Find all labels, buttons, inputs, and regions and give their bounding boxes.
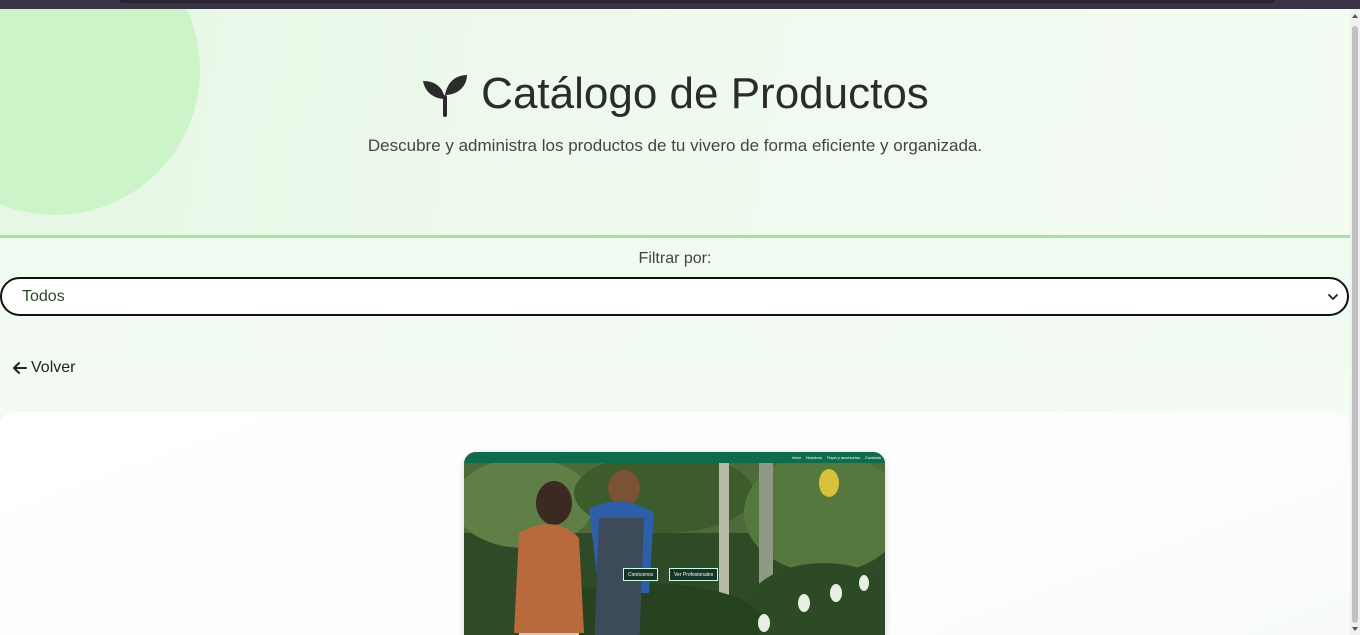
page-viewport: Catálogo de Productos Descubre y adminis… <box>0 9 1350 635</box>
card-nav-item: Contacto <box>864 455 881 460</box>
page-title-text: Catálogo de Productos <box>481 69 929 118</box>
product-card[interactable]: Inicio Nosotros Ropa y accesorios Contac… <box>464 452 885 635</box>
scroll-down-icon[interactable] <box>1352 626 1358 632</box>
card-btn-about[interactable]: Conócenos <box>623 568 659 581</box>
filter-select[interactable]: Todos <box>0 277 1349 316</box>
back-link-label: Volver <box>31 359 76 376</box>
browser-topbar <box>0 0 1360 9</box>
product-image <box>464 463 885 635</box>
card-nav-item: Nosotros <box>806 455 823 460</box>
card-nav-item: Ropa y accesorios <box>827 455 860 460</box>
sprout-icon <box>423 75 468 117</box>
page-title: Catálogo de Productos <box>0 69 1350 119</box>
filter-label: Filtrar por: <box>638 250 712 267</box>
card-nav-bar: Inicio Nosotros Ropa y accesorios Contac… <box>464 452 885 463</box>
hero-section: Catálogo de Productos Descubre y adminis… <box>0 9 1350 235</box>
hero-divider <box>0 235 1350 238</box>
chevron-down-icon <box>1328 293 1338 300</box>
browser-tab-strip <box>120 0 1275 3</box>
card-btn-professionals[interactable]: Ver Profesionales <box>669 568 719 581</box>
filter-selected-value: Todos <box>22 287 65 305</box>
arrow-left-icon <box>13 362 27 374</box>
scroll-thumb[interactable] <box>1352 26 1358 623</box>
back-link[interactable]: Volver <box>12 359 75 377</box>
card-nav-item: Inicio <box>791 455 802 460</box>
page-subtitle: Descubre y administra los productos de t… <box>367 136 983 155</box>
scroll-up-icon[interactable] <box>1352 13 1358 19</box>
scrollbar[interactable] <box>1350 9 1360 635</box>
